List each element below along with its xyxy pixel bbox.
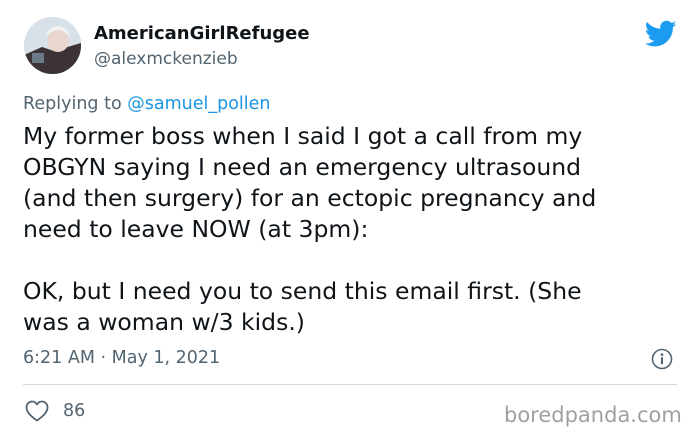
tweet-text: My former boss when I said I got a call … xyxy=(23,122,597,336)
replying-to-line: Replying to @samuel_pollen xyxy=(23,92,271,116)
like-count: 86 xyxy=(63,401,86,421)
display-name[interactable]: AmericanGirlRefugee xyxy=(94,22,310,46)
twitter-bird-icon[interactable] xyxy=(644,20,677,48)
info-icon[interactable] xyxy=(651,348,673,370)
tweet-timestamp[interactable]: 6:21 AM · May 1, 2021 xyxy=(23,346,220,370)
user-handle[interactable]: @alexmckenzieb xyxy=(94,48,238,70)
mention-link[interactable]: @samuel_pollen xyxy=(127,94,270,114)
heart-icon[interactable] xyxy=(25,400,49,422)
divider xyxy=(23,384,677,385)
avatar[interactable] xyxy=(24,17,81,74)
watermark: boredpanda.com xyxy=(504,403,682,427)
replying-to-label: Replying to xyxy=(23,94,128,114)
